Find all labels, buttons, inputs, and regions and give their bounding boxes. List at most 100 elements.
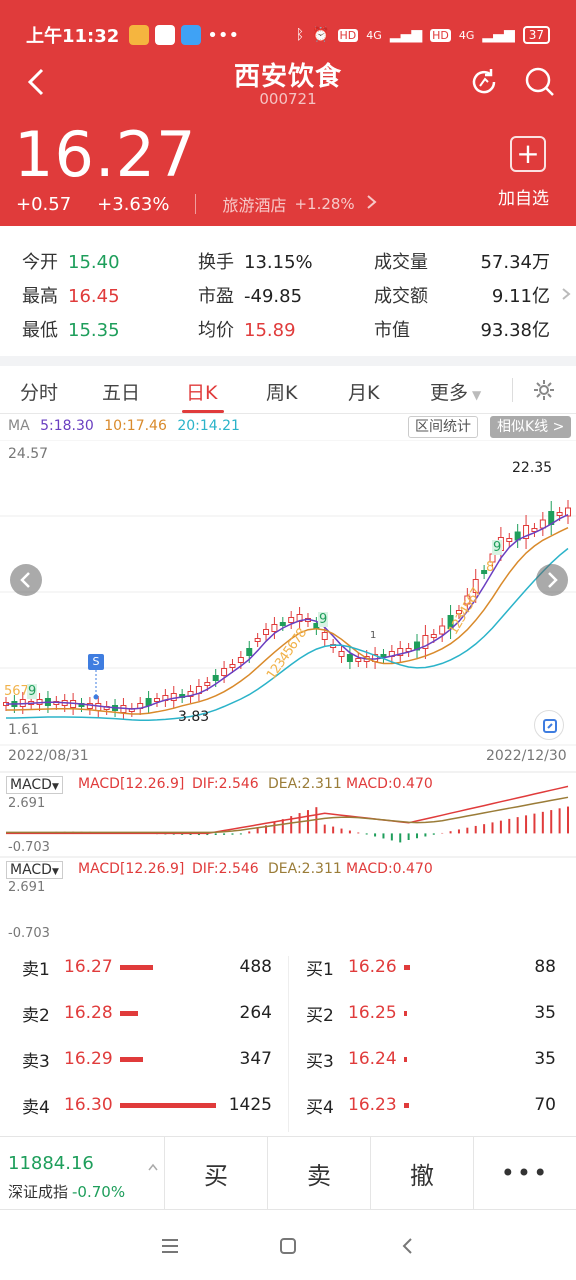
current-price: 16.27	[14, 118, 197, 191]
tab-intraday[interactable]: 分时	[20, 378, 58, 405]
volume-bar	[120, 1056, 143, 1062]
level-price: 16.27	[64, 957, 113, 977]
range-stats-button[interactable]: 区间统计	[408, 416, 478, 438]
level-price: 16.29	[64, 1049, 113, 1069]
index-value[interactable]: 11884.16	[8, 1153, 94, 1174]
level-price: 16.24	[348, 1049, 397, 1069]
ma5-value: 5:18.30	[40, 418, 94, 434]
indicator-select[interactable]: MACD▼	[6, 776, 63, 794]
ma-legend: MA 5:18.30 10:17.46 20:14.21	[8, 418, 240, 434]
chart-next-button[interactable]	[536, 564, 568, 596]
refresh-icon[interactable]	[466, 64, 502, 100]
indicator-select[interactable]: MACD▼	[6, 861, 63, 879]
level-label: 卖3	[22, 1051, 50, 1072]
caret-down-icon: ▼	[51, 867, 59, 877]
chevron-right-icon[interactable]	[364, 192, 380, 212]
candle-body	[288, 617, 295, 623]
ma20-value: 20:14.21	[177, 418, 240, 434]
period-tabs: 分时 五日 日K 周K 月K 更多 ▼	[0, 366, 576, 414]
menu-icon[interactable]	[158, 1234, 182, 1258]
ask-row[interactable]: 卖2 16.28 264	[22, 1000, 272, 1026]
status-right: ᛒ ⏰ HD 4G ▂▄▆ HD 4G ▂▄▆ 37	[296, 26, 550, 44]
candle-body	[271, 624, 278, 632]
stat-turnover: 换手 13.15%	[198, 252, 313, 273]
level-label: 买2	[306, 1005, 334, 1026]
high-price-label: 22.35	[512, 460, 553, 476]
sell-button[interactable]: 卖	[267, 1137, 370, 1209]
marker-dot	[93, 694, 99, 700]
index-name[interactable]: 深证成指 -0.70%	[8, 1181, 125, 1202]
stat-avg: 均价 15.89	[198, 320, 296, 341]
start-date: 2022/08/31	[8, 748, 89, 764]
divider	[512, 378, 513, 402]
active-tab-indicator	[182, 410, 224, 413]
candle-body	[254, 638, 261, 642]
ma10-value: 10:17.46	[104, 418, 167, 434]
candle-body	[430, 634, 437, 638]
chart-annotation: 1	[370, 630, 377, 641]
buy-button[interactable]: 买	[164, 1137, 267, 1209]
bid-row[interactable]: 买3 16.24 35	[306, 1046, 556, 1072]
volume-bar	[404, 1056, 407, 1062]
industry-name[interactable]: 旅游酒店	[222, 192, 286, 216]
bluetooth-icon: ᛒ	[295, 27, 305, 43]
td-sequence-label: 9	[27, 684, 38, 699]
tab-daily-k[interactable]: 日K	[186, 378, 217, 405]
home-icon[interactable]	[276, 1234, 300, 1258]
ma10-line	[6, 527, 569, 715]
fullscreen-button[interactable]	[534, 710, 564, 740]
status-bar: 上午11:32 ••• ᛒ ⏰ HD 4G ▂▄▆ HD 4G ▂▄▆ 37	[26, 22, 550, 48]
level-volume: 70	[534, 1095, 556, 1115]
level-volume: 488	[239, 957, 272, 977]
caret-down-icon: ▼	[472, 388, 482, 402]
y-axis-min: 1.61	[8, 722, 40, 738]
ask-row[interactable]: 卖4 16.30 1425	[22, 1092, 272, 1118]
stock-header: 上午11:32 ••• ᛒ ⏰ HD 4G ▂▄▆ HD 4G ▂▄▆ 37 西…	[0, 0, 576, 226]
back-icon[interactable]	[396, 1234, 420, 1258]
chart-prev-button[interactable]	[10, 564, 42, 596]
end-date: 2022/12/30	[486, 748, 567, 764]
bid-row[interactable]: 买1 16.26 88	[306, 954, 556, 980]
add-watchlist-button[interactable]: +	[510, 136, 546, 172]
signal-marker[interactable]: S	[88, 654, 104, 670]
search-icon[interactable]	[522, 64, 558, 100]
more-button[interactable]: •••	[473, 1137, 576, 1209]
macd-dif: DIF:2.546	[192, 861, 259, 877]
level-volume: 1425	[228, 1095, 272, 1115]
cancel-order-button[interactable]: 撤	[370, 1137, 473, 1209]
macd-dea: DEA:2.311	[268, 776, 342, 792]
candle-body	[95, 703, 102, 711]
status-time: 上午11:32	[26, 26, 120, 47]
quote-stats: 今开 15.40 换手 13.15% 成交量 57.34万 最高 16.45 市盈 -4…	[0, 244, 576, 344]
bid-row[interactable]: 买2 16.25 35	[306, 1000, 556, 1026]
stat-low: 最低 15.35	[22, 320, 120, 341]
candle-body	[321, 632, 328, 640]
add-watchlist-label[interactable]: 加自选	[498, 184, 549, 209]
caret-up-icon[interactable]	[148, 1163, 158, 1171]
app-notification-icon	[181, 24, 202, 45]
alarm-icon: ⏰	[312, 27, 330, 43]
tab-five-day[interactable]: 五日	[102, 378, 140, 405]
chevron-right-icon[interactable]	[560, 286, 572, 302]
candle-body	[439, 625, 446, 635]
ask-row[interactable]: 卖1 16.27 488	[22, 954, 272, 980]
stat-volume-label: 成交量	[374, 252, 428, 273]
stat-mcap: 93.38亿	[480, 320, 550, 341]
settings-gear-icon[interactable]	[532, 378, 556, 402]
level-label: 买4	[306, 1097, 334, 1118]
similar-k-button[interactable]: 相似K线 >	[490, 416, 572, 438]
candle-body	[221, 668, 228, 676]
candle-body	[338, 651, 345, 657]
candle-body	[246, 648, 253, 656]
bid-row[interactable]: 买4 16.23 70	[306, 1092, 556, 1118]
macd-ymin: -0.703	[8, 926, 50, 941]
tab-more[interactable]: 更多 ▼	[430, 378, 481, 405]
hd-badge: HD	[337, 28, 359, 42]
ask-row[interactable]: 卖3 16.29 347	[22, 1046, 272, 1072]
tab-weekly-k[interactable]: 周K	[266, 378, 297, 405]
battery-icon: 37	[522, 26, 550, 44]
level-price: 16.23	[348, 1095, 397, 1115]
tab-monthly-k[interactable]: 月K	[348, 378, 379, 405]
ma5-line	[6, 514, 569, 710]
candle-body	[145, 698, 152, 706]
